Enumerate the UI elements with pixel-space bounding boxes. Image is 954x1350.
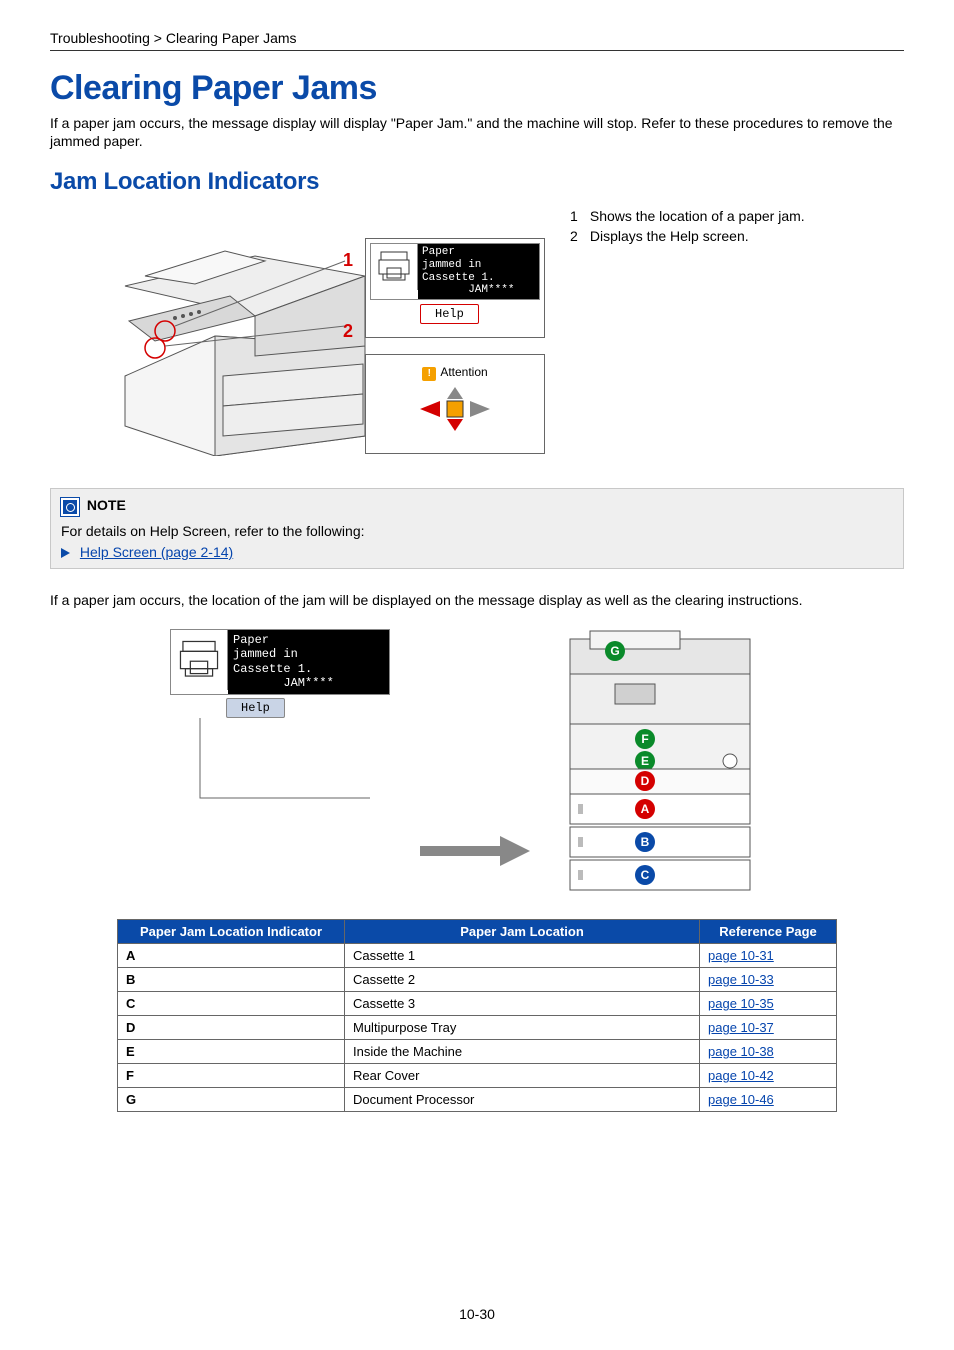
cell-indicator: G xyxy=(118,1088,345,1112)
ref-link[interactable]: page 10-31 xyxy=(708,948,774,963)
callout-number-1: 1 xyxy=(343,250,359,266)
ref-link[interactable]: page 10-42 xyxy=(708,1068,774,1083)
ref-link[interactable]: page 10-37 xyxy=(708,1020,774,1035)
ref-link[interactable]: page 10-33 xyxy=(708,972,774,987)
note-title: NOTE xyxy=(87,497,126,513)
note-icon xyxy=(61,498,79,516)
cell-indicator: B xyxy=(118,968,345,992)
cell-location: Document Processor xyxy=(345,1088,700,1112)
legend-2-number: 2 xyxy=(570,228,586,244)
page-title: Clearing Paper Jams xyxy=(50,69,904,108)
display-text: Paper jammed in Cassette 1. JAM**** xyxy=(228,630,389,694)
legend-1-number: 1 xyxy=(570,208,586,224)
table-row: A Cassette 1 page 10-31 xyxy=(118,944,837,968)
help-button[interactable]: Help xyxy=(226,698,285,718)
cell-location: Rear Cover xyxy=(345,1064,700,1088)
attention-icon: ! xyxy=(422,367,436,381)
badge-e: E xyxy=(641,754,649,768)
cell-indicator: C xyxy=(118,992,345,1016)
table-row: C Cassette 3 page 10-35 xyxy=(118,992,837,1016)
paragraph-2: If a paper jam occurs, the location of t… xyxy=(50,591,904,609)
cell-location: Cassette 1 xyxy=(345,944,700,968)
printer-front-diagram: G F E D A B C xyxy=(560,629,760,899)
legend-2-text: Displays the Help screen. xyxy=(590,228,749,244)
table-row: F Rear Cover page 10-42 xyxy=(118,1064,837,1088)
help-screen-link[interactable]: Help Screen (page 2-14) xyxy=(80,544,233,560)
cell-indicator: F xyxy=(118,1064,345,1088)
cell-location: Cassette 2 xyxy=(345,968,700,992)
legend-1-text: Shows the location of a paper jam. xyxy=(590,208,805,224)
cell-location: Multipurpose Tray xyxy=(345,1016,700,1040)
table-row: D Multipurpose Tray page 10-37 xyxy=(118,1016,837,1040)
attention-text: Attention xyxy=(440,365,487,379)
badge-b: B xyxy=(641,835,650,849)
th-indicator: Paper Jam Location Indicator xyxy=(118,920,345,944)
badge-g: G xyxy=(610,644,619,658)
ref-link[interactable]: page 10-35 xyxy=(708,996,774,1011)
direction-arrows xyxy=(370,385,540,433)
badge-d: D xyxy=(641,774,650,788)
message-screen: Paper jammed in Cassette 1. JAM**** xyxy=(370,243,540,300)
cell-indicator: D xyxy=(118,1016,345,1040)
table-row: E Inside the Machine page 10-38 xyxy=(118,1040,837,1064)
breadcrumb-divider xyxy=(50,50,904,51)
printer-icon xyxy=(371,244,418,290)
page-number: 10-30 xyxy=(0,1306,954,1322)
th-reference: Reference Page xyxy=(700,920,837,944)
cell-location: Cassette 3 xyxy=(345,992,700,1016)
badge-a: A xyxy=(641,802,650,816)
link-arrow-icon xyxy=(61,548,70,558)
section-title: Jam Location Indicators xyxy=(50,168,904,196)
ref-link[interactable]: page 10-38 xyxy=(708,1044,774,1059)
jam-indicator-figure: 1 2 Paper jammed in Cassette 1. JAM**** … xyxy=(50,206,540,466)
help-button[interactable]: Help xyxy=(420,304,479,324)
badge-c: C xyxy=(641,868,650,882)
attention-popup: ! Attention xyxy=(365,354,545,454)
badge-f: F xyxy=(641,732,648,746)
table-row: G Document Processor page 10-46 xyxy=(118,1088,837,1112)
arrow-right-icon xyxy=(420,836,530,869)
printer-icon xyxy=(171,630,228,690)
table-row: B Cassette 2 page 10-33 xyxy=(118,968,837,992)
ref-link[interactable]: page 10-46 xyxy=(708,1092,774,1107)
message-text: Paper jammed in Cassette 1. JAM**** xyxy=(418,244,539,299)
intro-paragraph: If a paper jam occurs, the message displ… xyxy=(50,114,904,150)
note-box: NOTE For details on Help Screen, refer t… xyxy=(50,488,904,568)
breadcrumb: Troubleshooting > Clearing Paper Jams xyxy=(50,30,904,46)
cell-indicator: A xyxy=(118,944,345,968)
figure-legend: 1 Shows the location of a paper jam. 2 D… xyxy=(570,206,805,248)
callout-number-2: 2 xyxy=(343,321,359,337)
cell-indicator: E xyxy=(118,1040,345,1064)
th-location: Paper Jam Location xyxy=(345,920,700,944)
jam-location-table: Paper Jam Location Indicator Paper Jam L… xyxy=(117,919,837,1112)
cell-location: Inside the Machine xyxy=(345,1040,700,1064)
attention-label: ! Attention xyxy=(370,365,540,381)
display-figure: Paper jammed in Cassette 1. JAM**** Help xyxy=(170,629,390,808)
note-body: For details on Help Screen, refer to the… xyxy=(61,522,893,540)
message-popup: Paper jammed in Cassette 1. JAM**** Help xyxy=(365,238,545,338)
